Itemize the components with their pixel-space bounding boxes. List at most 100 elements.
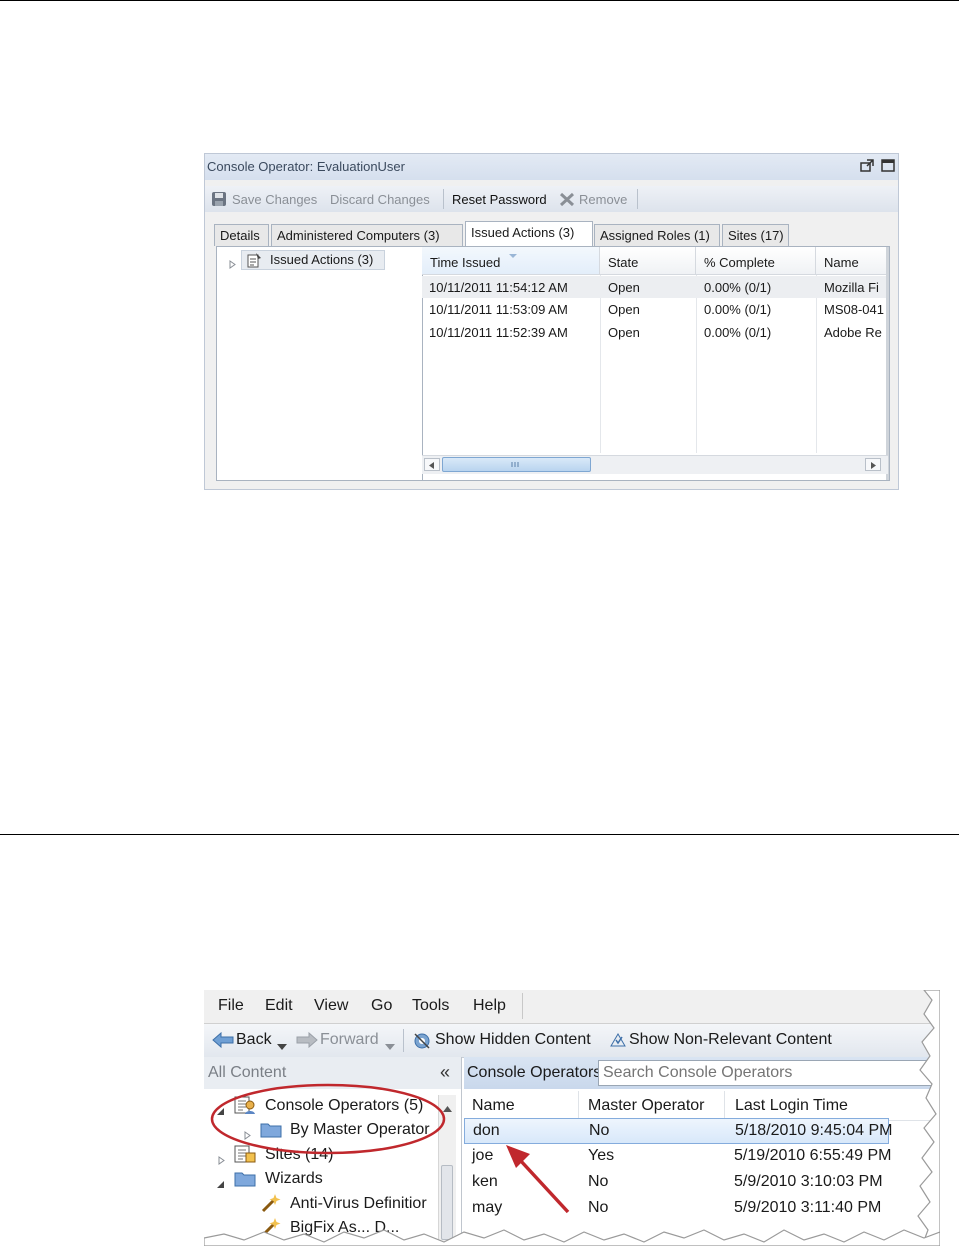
toolbar-separator: [403, 1029, 404, 1052]
navigation-tree-pane: All Content « Console Operators (5) By M…: [204, 1057, 462, 1246]
name-cell: don: [473, 1122, 500, 1139]
tree-item-by-master-operator[interactable]: By Master Operator: [290, 1121, 430, 1139]
expand-arrow-icon[interactable]: [218, 1152, 225, 1170]
undock-icon[interactable]: [860, 159, 874, 172]
expand-arrow-icon[interactable]: [216, 1176, 225, 1194]
collapse-pane-icon[interactable]: «: [440, 1062, 450, 1083]
remove-icon: [559, 192, 575, 210]
table-row[interactable]: 10/11/2011 11:54:12 AM Open 0.00% (0/1) …: [422, 276, 889, 298]
column-header-complete[interactable]: % Complete: [696, 247, 816, 275]
scroll-left-icon[interactable]: [424, 458, 440, 471]
tab-issued-actions[interactable]: Issued Actions (3): [465, 221, 593, 247]
name-cell: MS08-041: [824, 302, 884, 317]
complete-cell: 0.00% (0/1): [704, 280, 772, 295]
bigfix-console-window: File Edit View Go Tools Help Back Forwar…: [204, 990, 940, 1246]
back-dropdown-icon[interactable]: [277, 1037, 287, 1055]
tree-item-issued-actions[interactable]: Issued Actions (3): [241, 250, 385, 270]
table-row[interactable]: 10/11/2011 11:53:09 AM Open 0.00% (0/1) …: [422, 298, 889, 320]
remove-button[interactable]: Remove: [579, 192, 627, 207]
table-row[interactable]: ken No 5/9/2010 3:10:03 PM: [464, 1170, 940, 1196]
tab-sites[interactable]: Sites (17): [722, 224, 789, 246]
show-nonrelevant-content-button[interactable]: Show Non-Relevant Content: [629, 1031, 832, 1049]
issued-actions-icon: [246, 252, 262, 271]
horizontal-scrollbar[interactable]: [422, 455, 888, 474]
menu-file[interactable]: File: [218, 997, 244, 1015]
tree-item-sites[interactable]: Sites (14): [265, 1146, 333, 1164]
forward-button[interactable]: Forward: [320, 1031, 379, 1049]
console-operator-window: Console Operator: EvaluationUser Save Ch…: [204, 153, 899, 490]
tab-assigned-roles[interactable]: Assigned Roles (1): [594, 224, 720, 246]
tab-content-panel: Issued Actions (3) Time Issued State % C…: [216, 246, 890, 481]
show-hidden-icon: [412, 1031, 432, 1054]
last-login-cell: 5/9/2010 3:11:40 PM: [734, 1199, 882, 1216]
navigation-toolbar: Back Forward Show Hidden Content Show No…: [204, 1024, 940, 1058]
console-operators-header: Console Operators: [464, 1057, 940, 1089]
torn-edge-right: [917, 990, 940, 1246]
scroll-thumb[interactable]: [442, 457, 591, 472]
console-operators-icon: [234, 1095, 256, 1120]
name-cell: joe: [472, 1147, 494, 1164]
column-header-name[interactable]: Name: [464, 1091, 579, 1121]
time-issued-cell: 10/11/2011 11:52:39 AM: [429, 325, 568, 340]
column-header-master-operator[interactable]: Master Operator: [580, 1091, 725, 1121]
torn-edge-bottom: [204, 1229, 940, 1246]
column-header-last-login[interactable]: Last Login Time: [726, 1091, 940, 1121]
last-login-cell: 5/9/2010 3:10:03 PM: [734, 1173, 883, 1190]
menu-view[interactable]: View: [314, 997, 348, 1015]
save-icon: [211, 191, 227, 210]
expand-arrow-icon[interactable]: [244, 1127, 251, 1145]
sites-icon: [234, 1144, 256, 1169]
menu-go[interactable]: Go: [371, 997, 392, 1015]
tab-administered-computers[interactable]: Administered Computers (3): [271, 224, 463, 246]
master-operator-cell: No: [588, 1199, 609, 1216]
show-hidden-content-button[interactable]: Show Hidden Content: [435, 1031, 591, 1049]
table-row[interactable]: may No 5/9/2010 3:11:40 PM: [464, 1196, 940, 1222]
toolbar-separator: [637, 189, 638, 209]
menu-edit[interactable]: Edit: [265, 997, 293, 1015]
name-cell: may: [472, 1199, 503, 1216]
toolbar-separator: [443, 189, 444, 209]
discard-changes-button[interactable]: Discard Changes: [330, 192, 430, 207]
back-arrow-icon: [212, 1031, 234, 1053]
state-cell: Open: [608, 302, 640, 317]
tree-item-wizards[interactable]: Wizards: [265, 1170, 323, 1188]
expand-arrow-icon[interactable]: [216, 1103, 225, 1121]
time-issued-cell: 10/11/2011 11:53:09 AM: [429, 302, 568, 317]
maximize-icon[interactable]: [881, 159, 895, 172]
save-changes-button[interactable]: Save Changes: [232, 192, 317, 207]
tree-item-antivirus[interactable]: Anti-Virus Definitior: [290, 1195, 427, 1213]
tree-pane: Issued Actions (3): [217, 247, 423, 480]
toolbar: Save Changes Discard Changes Reset Passw…: [205, 186, 898, 212]
wizards-folder-icon: [234, 1169, 256, 1192]
scroll-right-icon[interactable]: [865, 458, 881, 471]
window-title: Console Operator: EvaluationUser: [207, 159, 405, 174]
vertical-scrollbar[interactable]: [886, 247, 889, 480]
folder-icon: [260, 1120, 282, 1143]
last-login-cell: 5/18/2010 9:45:04 PM: [735, 1122, 893, 1139]
search-input[interactable]: [598, 1060, 938, 1086]
column-header-name[interactable]: Name: [816, 247, 889, 275]
pane-title: All Content: [208, 1064, 287, 1081]
scroll-up-icon[interactable]: [443, 1099, 452, 1117]
name-cell: ken: [472, 1173, 498, 1190]
tree-item-console-operators[interactable]: Console Operators (5): [265, 1097, 423, 1115]
forward-arrow-icon: [296, 1031, 318, 1053]
tab-details[interactable]: Details: [214, 224, 269, 246]
menu-separator: [522, 993, 523, 1019]
reset-password-button[interactable]: Reset Password: [452, 192, 547, 207]
menu-help[interactable]: Help: [473, 997, 506, 1015]
state-cell: Open: [608, 280, 640, 295]
forward-dropdown-icon[interactable]: [385, 1037, 395, 1055]
table-row[interactable]: 10/11/2011 11:52:39 AM Open 0.00% (0/1) …: [422, 321, 889, 343]
show-nonrelevant-icon: [608, 1031, 628, 1054]
table-row[interactable]: don No 5/18/2010 9:45:04 PM: [464, 1118, 893, 1144]
table-row[interactable]: joe Yes 5/19/2010 6:55:49 PM: [464, 1144, 940, 1170]
last-login-cell: 5/19/2010 6:55:49 PM: [734, 1147, 892, 1164]
back-button[interactable]: Back: [236, 1031, 272, 1049]
menu-tools[interactable]: Tools: [412, 997, 449, 1015]
expand-arrow-icon[interactable]: [229, 257, 236, 272]
column-header-state[interactable]: State: [600, 247, 696, 275]
middle-rule: [0, 834, 959, 835]
name-cell: Mozilla Fi: [824, 280, 879, 295]
issued-actions-grid: Time Issued State % Complete Name 10/11/…: [422, 247, 889, 480]
